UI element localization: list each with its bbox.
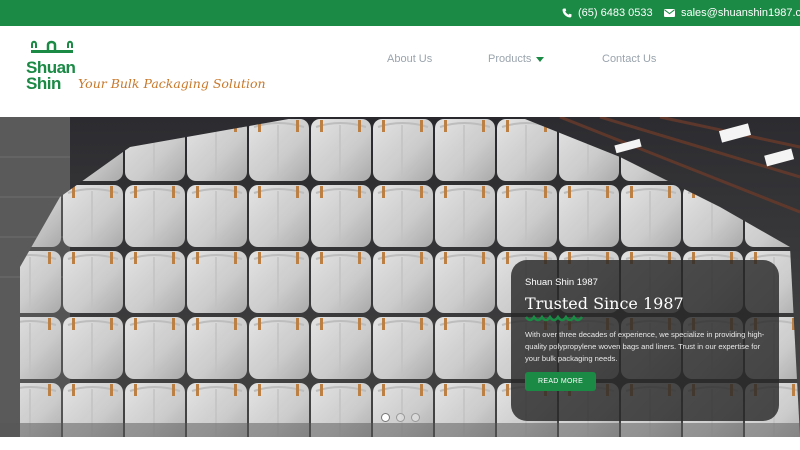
email-contact[interactable]: sales@shuanshin1987.com <box>664 7 800 19</box>
nav-products[interactable]: Products <box>488 53 545 65</box>
nav-products-label: Products <box>488 53 532 65</box>
phone-contact[interactable]: (65) 6483 0533 <box>562 7 653 19</box>
nav-about-us[interactable]: About Us <box>387 53 432 65</box>
hero-eyebrow: Shuan Shin 1987 <box>525 277 598 288</box>
nav-contact-us[interactable]: Contact Us <box>602 53 656 65</box>
logo-tagline: Your Bulk Packaging Solution <box>78 76 266 91</box>
top-contact-bar: (65) 6483 0533 sales@shuanshin1987.com <box>0 0 800 26</box>
slider-pagination <box>381 413 420 422</box>
wave-divider-icon <box>525 315 583 322</box>
slider-dot-2[interactable] <box>396 413 405 422</box>
hero-description: With over three decades of experience, w… <box>525 330 765 363</box>
phone-number: (65) 6483 0533 <box>578 7 653 19</box>
hero-title: Trusted Since 1987 <box>525 294 684 313</box>
hero-slider: Shuan Shin 1987 Trusted Since 1987 With … <box>0 117 800 437</box>
envelope-icon <box>664 9 675 17</box>
read-more-button[interactable]: READ MORE <box>525 372 597 391</box>
hero-caption-card: Shuan Shin 1987 Trusted Since 1987 With … <box>511 260 779 421</box>
phone-icon <box>562 8 572 18</box>
slider-dot-3[interactable] <box>411 413 420 422</box>
site-header: Shuan Shin Your Bulk Packaging Solution … <box>0 26 800 117</box>
email-address: sales@shuanshin1987.com <box>681 7 800 19</box>
logo-wordmark: Shuan Shin <box>26 58 76 93</box>
caret-down-icon <box>536 56 545 62</box>
site-logo[interactable]: Shuan Shin Your Bulk Packaging Solution <box>26 40 266 102</box>
slider-dot-1[interactable] <box>381 413 390 422</box>
